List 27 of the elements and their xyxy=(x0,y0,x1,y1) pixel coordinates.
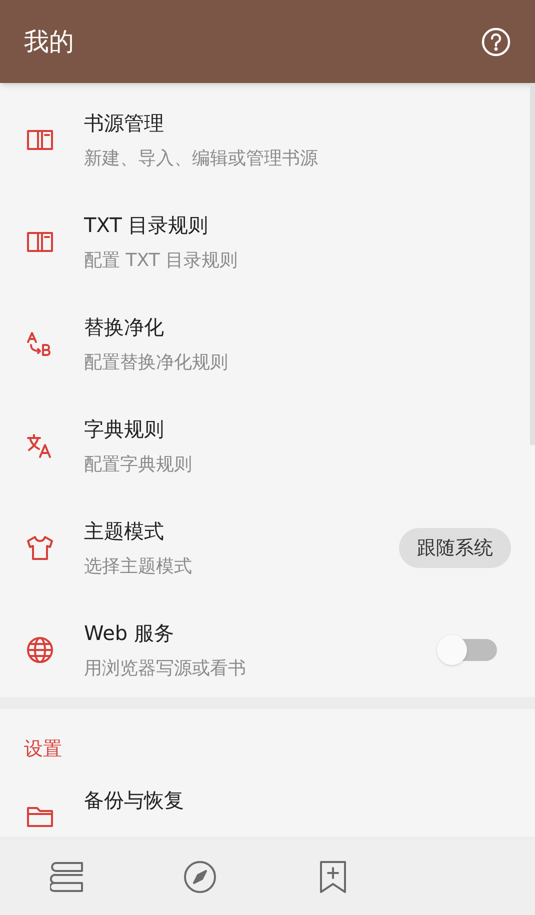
item-title: 备份与恢复 xyxy=(84,786,185,812)
translate-icon xyxy=(26,433,54,459)
open-book-icon xyxy=(26,128,54,152)
help-icon[interactable] xyxy=(481,26,511,56)
item-title: 书源管理 xyxy=(84,110,165,136)
bookshelf-icon[interactable] xyxy=(50,861,84,893)
item-title: 主题模式 xyxy=(84,518,165,544)
item-title: 字典规则 xyxy=(84,416,165,442)
t-shirt-icon xyxy=(26,534,54,562)
app-bar-title: 我的 xyxy=(24,26,74,58)
theme-mode-chip[interactable]: 跟随系统 xyxy=(399,528,511,568)
item-title: TXT 目录规则 xyxy=(84,212,210,238)
toggle-switch[interactable] xyxy=(435,633,499,667)
item-subtitle: 选择主题模式 xyxy=(84,556,193,578)
section-header: 设置 xyxy=(24,738,62,760)
item-subtitle: 用浏览器写源或看书 xyxy=(84,658,247,680)
item-title: Web 服务 xyxy=(84,620,175,646)
bookmark-plus-icon[interactable] xyxy=(318,860,346,894)
item-subtitle: 新建、导入、编辑或管理书源 xyxy=(84,148,319,170)
item-title: 替换净化 xyxy=(84,314,165,340)
item-subtitle: 配置字典规则 xyxy=(84,454,193,476)
folder-icon xyxy=(26,804,54,828)
globe-icon xyxy=(26,636,54,664)
item-subtitle: 配置替换净化规则 xyxy=(84,352,229,374)
item-subtitle: 配置 TXT 目录规则 xyxy=(84,250,238,272)
open-book-icon xyxy=(26,230,54,254)
compass-icon[interactable] xyxy=(182,860,216,894)
